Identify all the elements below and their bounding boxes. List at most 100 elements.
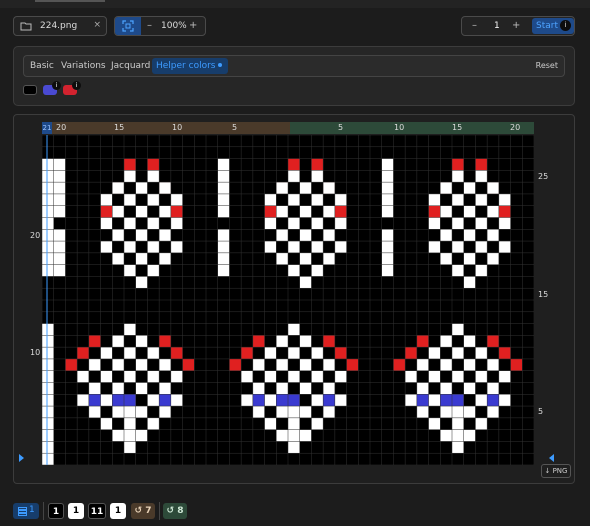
stitch-white[interactable] <box>498 217 511 230</box>
stitch-white[interactable] <box>124 323 136 336</box>
stitch-white[interactable] <box>42 264 54 277</box>
stitch-white[interactable] <box>135 182 148 194</box>
step-decrement-button[interactable]: – <box>472 20 477 31</box>
stitch-white[interactable] <box>112 229 124 242</box>
stitch-white[interactable] <box>323 358 335 371</box>
step-increment-button[interactable]: + <box>512 20 520 31</box>
stitch-white[interactable] <box>88 382 101 395</box>
stitch-white[interactable] <box>42 229 54 242</box>
stitch-white[interactable] <box>42 417 54 430</box>
zoom-out-button[interactable]: – <box>147 20 152 31</box>
stitch-white[interactable] <box>440 429 452 442</box>
stitch-white[interactable] <box>42 335 54 348</box>
clear-file-button[interactable]: × <box>93 20 101 30</box>
stitch-red[interactable] <box>170 347 183 359</box>
stitch-white[interactable] <box>334 370 347 383</box>
stitch-white[interactable] <box>170 241 183 253</box>
stitch-white[interactable] <box>42 193 54 206</box>
stitch-white[interactable] <box>440 205 452 218</box>
stitch-blue[interactable] <box>276 394 288 407</box>
stitch-white[interactable] <box>100 241 113 253</box>
stitch-white[interactable] <box>264 417 277 430</box>
fit-zoom-button[interactable] <box>115 17 141 35</box>
stitch-white[interactable] <box>276 429 288 442</box>
stitch-white[interactable] <box>147 370 160 383</box>
stitch-white[interactable] <box>147 417 160 430</box>
stitch-white[interactable] <box>53 182 66 194</box>
stitch-white[interactable] <box>147 193 160 206</box>
stitch-red[interactable] <box>264 205 277 218</box>
stitch-red[interactable] <box>416 335 429 348</box>
stitch-white[interactable] <box>440 358 452 371</box>
stitch-white[interactable] <box>100 347 113 359</box>
stitch-red[interactable] <box>147 158 160 171</box>
stitch-red[interactable] <box>229 358 242 371</box>
stitch-white[interactable] <box>475 264 488 277</box>
stitch-white[interactable] <box>288 441 300 454</box>
stitch-white[interactable] <box>428 347 441 359</box>
stitch-white[interactable] <box>498 370 511 383</box>
tab-helper-colors[interactable]: Helper colors <box>152 58 229 74</box>
stitch-blue[interactable] <box>487 394 499 407</box>
stitch-red[interactable] <box>124 158 136 171</box>
stitch-blue[interactable] <box>288 394 300 407</box>
stitch-red[interactable] <box>170 205 183 218</box>
stitch-white[interactable] <box>452 417 464 430</box>
stitch-white[interactable] <box>288 347 300 359</box>
stitch-white[interactable] <box>311 193 324 206</box>
stitch-white[interactable] <box>440 229 452 242</box>
knitting-chart-grid[interactable] <box>42 135 534 465</box>
reset-button[interactable]: Reset <box>536 61 558 70</box>
stitch-white[interactable] <box>381 241 394 253</box>
stitch-white[interactable] <box>159 358 171 371</box>
stitch-white[interactable] <box>217 158 230 171</box>
export-png-button[interactable]: ↓ PNG <box>541 464 571 478</box>
stitch-red[interactable] <box>498 205 511 218</box>
stitch-white[interactable] <box>124 347 136 359</box>
stitch-white[interactable] <box>42 358 54 371</box>
stitch-white[interactable] <box>217 182 230 194</box>
stitch-white[interactable] <box>463 276 476 289</box>
stitch-red[interactable] <box>159 335 171 348</box>
stitch-white[interactable] <box>452 406 464 418</box>
stitch-blue[interactable] <box>252 394 265 407</box>
stitch-white[interactable] <box>124 441 136 454</box>
stitch-blue[interactable] <box>112 394 124 407</box>
stitch-white[interactable] <box>42 441 54 454</box>
stitch-white[interactable] <box>124 241 136 253</box>
stitch-white[interactable] <box>264 394 277 407</box>
stitch-white[interactable] <box>42 170 54 183</box>
stitch-white[interactable] <box>381 158 394 171</box>
stitch-white[interactable] <box>334 241 347 253</box>
stitch-white[interactable] <box>112 252 124 265</box>
stitch-white[interactable] <box>498 241 511 253</box>
stitch-white[interactable] <box>452 370 464 383</box>
stitch-white[interactable] <box>288 370 300 383</box>
stitch-white[interactable] <box>112 205 124 218</box>
stitch-white[interactable] <box>135 252 148 265</box>
stitch-white[interactable] <box>170 217 183 230</box>
stitch-white[interactable] <box>42 241 54 253</box>
stitch-white[interactable] <box>42 323 54 336</box>
stitch-white[interactable] <box>334 217 347 230</box>
stitch-white[interactable] <box>405 394 417 407</box>
info-icon[interactable]: i <box>52 81 61 90</box>
stitch-white[interactable] <box>381 182 394 194</box>
stitch-white[interactable] <box>299 429 312 442</box>
stitch-white[interactable] <box>147 241 160 253</box>
stitch-white[interactable] <box>381 252 394 265</box>
color-count-chip[interactable]: 1 <box>48 503 64 519</box>
stitch-white[interactable] <box>440 182 452 194</box>
stitch-white[interactable] <box>42 394 54 407</box>
stitch-red[interactable] <box>334 205 347 218</box>
stitch-white[interactable] <box>252 406 265 418</box>
file-selector[interactable]: 224.png × <box>13 16 107 36</box>
stitch-white[interactable] <box>147 264 160 277</box>
stitch-white[interactable] <box>42 252 54 265</box>
stitch-white[interactable] <box>452 441 464 454</box>
stitch-red[interactable] <box>510 358 523 371</box>
stitch-red[interactable] <box>393 358 406 371</box>
stitch-white[interactable] <box>112 429 124 442</box>
stitch-white[interactable] <box>452 323 464 336</box>
stitch-white[interactable] <box>100 193 113 206</box>
